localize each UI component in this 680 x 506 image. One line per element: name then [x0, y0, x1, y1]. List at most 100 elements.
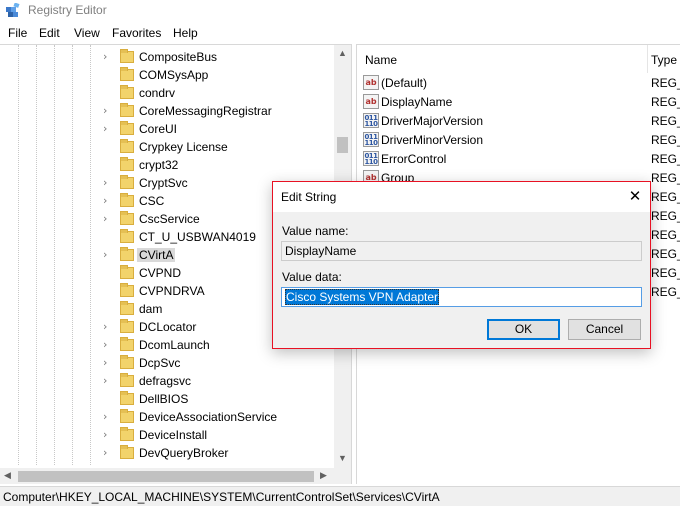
tree-item-label: DcpSvc	[139, 356, 181, 370]
chevron-right-icon[interactable]: ›	[103, 356, 113, 369]
value-name: DriverMajorVersion	[381, 114, 484, 128]
string-value-icon: ab	[363, 94, 379, 109]
value-type: REG_D	[651, 247, 680, 261]
chevron-right-icon[interactable]: ›	[103, 428, 113, 441]
chevron-right-icon[interactable]: ›	[103, 248, 113, 261]
tree-item[interactable]: › DeviceInstall	[0, 426, 332, 444]
tree-horizontal-scrollbar[interactable]: ◀ ▶	[0, 468, 351, 484]
tree-item[interactable]: crypt32	[0, 156, 332, 174]
scroll-right-icon[interactable]: ▶	[320, 470, 327, 481]
tree-item-label: crypt32	[139, 158, 179, 172]
chevron-right-icon[interactable]: ›	[103, 374, 113, 387]
folder-icon	[120, 373, 134, 387]
folder-icon	[120, 211, 134, 225]
tree-item-label: CT_U_USBWAN4019	[139, 230, 256, 244]
value-type: REG_S	[651, 95, 680, 109]
chevron-right-icon[interactable]: ›	[103, 176, 113, 189]
tree-item-label: CVPNDRVA	[139, 284, 205, 298]
scroll-thumb[interactable]	[18, 471, 314, 482]
chevron-right-icon[interactable]: ›	[103, 50, 113, 63]
value-row[interactable]: 011 110ErrorControl REG_D	[357, 149, 680, 168]
string-value-icon: ab	[363, 75, 379, 90]
status-bar: Computer\HKEY_LOCAL_MACHINE\SYSTEM\Curre…	[0, 486, 680, 506]
ok-button[interactable]: OK	[487, 319, 560, 340]
tree-item-label: DellBIOS	[139, 392, 189, 406]
tree-item[interactable]: › CoreUI	[0, 120, 332, 138]
tree-item[interactable]: condrv	[0, 84, 332, 102]
chevron-right-icon[interactable]: ›	[103, 104, 113, 117]
column-header-type[interactable]: Type	[651, 45, 677, 73]
cancel-button[interactable]: Cancel	[568, 319, 641, 340]
folder-icon	[120, 175, 134, 189]
edit-string-dialog: Edit String ✕ Value name: DisplayName Va…	[272, 181, 651, 349]
folder-icon	[120, 49, 134, 63]
folder-icon	[120, 121, 134, 135]
tree-item[interactable]: Crypkey License	[0, 138, 332, 156]
value-name-field: DisplayName	[281, 241, 642, 261]
tree-item-label: COMSysApp	[139, 68, 209, 82]
binary-value-icon: 011 110	[363, 151, 379, 166]
chevron-right-icon[interactable]: ›	[103, 212, 113, 225]
folder-icon	[120, 337, 134, 351]
tree-item-label: CVPND	[139, 266, 182, 280]
chevron-right-icon[interactable]: ›	[103, 446, 113, 459]
scroll-down-icon[interactable]: ▼	[338, 453, 347, 463]
tree-item[interactable]: DellBIOS	[0, 390, 332, 408]
tree-item[interactable]: COMSysApp	[0, 66, 332, 84]
tree-item[interactable]: › DeviceAssociationService	[0, 408, 332, 426]
value-row[interactable]: 011 110DriverMinorVersion REG_D	[357, 130, 680, 149]
folder-icon	[120, 265, 134, 279]
chevron-right-icon[interactable]: ›	[103, 410, 113, 423]
menu-help[interactable]: Help	[173, 26, 198, 40]
folder-icon	[120, 193, 134, 207]
scroll-thumb[interactable]	[337, 137, 348, 153]
folder-icon	[120, 247, 134, 261]
tree-item-label: CscService	[139, 212, 200, 226]
title-bar: Registry Editor	[0, 0, 680, 22]
value-row[interactable]: ab(Default) REG_S	[357, 73, 680, 92]
value-type: REG_D	[651, 133, 680, 147]
value-name-label: Value name:	[282, 224, 349, 238]
folder-icon	[120, 445, 134, 459]
value-type: REG_M	[651, 228, 680, 242]
menu-view[interactable]: View	[74, 26, 100, 40]
value-type: REG_D	[651, 114, 680, 128]
menu-file[interactable]: File	[8, 26, 27, 40]
scroll-left-icon[interactable]: ◀	[4, 470, 11, 481]
value-name: DriverMinorVersion	[381, 133, 484, 147]
value-row[interactable]: abDisplayName REG_S	[357, 92, 680, 111]
chevron-right-icon[interactable]: ›	[103, 338, 113, 351]
column-separator[interactable]	[647, 45, 648, 73]
tree-item[interactable]: › DcpSvc	[0, 354, 332, 372]
tree-item-label: DCLocator	[139, 320, 197, 334]
current-key-path: Computer\HKEY_LOCAL_MACHINE\SYSTEM\Curre…	[3, 490, 440, 504]
tree-item-label: CompositeBus	[139, 50, 218, 64]
menu-favorites[interactable]: Favorites	[112, 26, 161, 40]
tree-item[interactable]: › CoreMessagingRegistrar	[0, 102, 332, 120]
value-row[interactable]: 011 110DriverMajorVersion REG_D	[357, 111, 680, 130]
close-icon[interactable]: ✕	[625, 186, 645, 206]
column-header-name[interactable]: Name	[365, 45, 397, 73]
chevron-right-icon[interactable]: ›	[103, 320, 113, 333]
tree-item[interactable]: › defragsvc	[0, 372, 332, 390]
value-type: REG_D	[651, 266, 680, 280]
tree-item-label: dam	[139, 302, 163, 316]
folder-icon	[120, 139, 134, 153]
tree-item-label: DcomLaunch	[139, 338, 210, 352]
folder-icon	[120, 229, 134, 243]
tree-item[interactable]: › DevQueryBroker	[0, 444, 332, 462]
scroll-up-icon[interactable]: ▲	[338, 48, 347, 58]
value-name: DisplayName	[381, 95, 453, 109]
folder-icon	[120, 409, 134, 423]
chevron-right-icon[interactable]: ›	[103, 194, 113, 207]
window-title: Registry Editor	[28, 3, 107, 17]
folder-icon	[120, 157, 134, 171]
value-type: REG_D	[651, 152, 680, 166]
menu-edit[interactable]: Edit	[39, 26, 60, 40]
folder-icon	[120, 283, 134, 297]
chevron-right-icon[interactable]: ›	[103, 122, 113, 135]
tree-item-label: CoreMessagingRegistrar	[139, 104, 272, 118]
tree-item[interactable]: › CompositeBus	[0, 48, 332, 66]
folder-icon	[120, 319, 134, 333]
value-data-input[interactable]: Cisco Systems VPN Adapter	[281, 287, 642, 307]
